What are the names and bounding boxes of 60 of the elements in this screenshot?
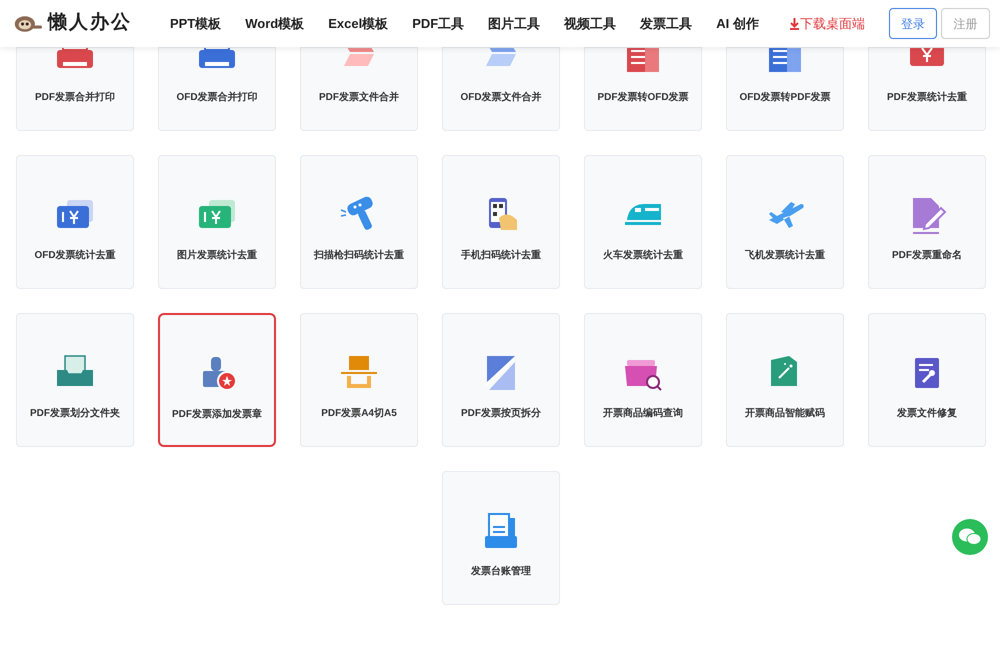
tool-label: PDF发票转OFD发票 — [597, 90, 689, 105]
tool-card[interactable]: 飞机发票统计去重 — [726, 155, 844, 289]
tool-card[interactable]: OFD发票统计去重 — [16, 155, 134, 289]
tool-label: 开票商品编码查询 — [603, 406, 683, 421]
nav-link[interactable]: AI 创作 — [716, 14, 759, 34]
tool-label: PDF发票合并打印 — [35, 90, 115, 105]
tool-card[interactable]: 扫描枪扫码统计去重 — [300, 155, 418, 289]
tool-card[interactable]: OFD发票文件合并 — [442, 47, 560, 131]
tool-card[interactable]: 火车发票统计去重 — [584, 155, 702, 289]
tool-label: 火车发票统计去重 — [603, 248, 683, 263]
tool-label: 发票台账管理 — [471, 564, 531, 579]
tool-label: 扫描枪扫码统计去重 — [314, 248, 404, 263]
tool-card[interactable]: PDF发票文件合并 — [300, 47, 418, 131]
tool-label: 飞机发票统计去重 — [745, 248, 825, 263]
tool-label: OFD发票转PDF发票 — [739, 90, 831, 105]
tool-label: 开票商品智能赋码 — [745, 406, 825, 421]
tool-label: PDF发票统计去重 — [887, 90, 967, 105]
nav-link[interactable]: Word模板 — [245, 14, 304, 34]
logo-text[interactable]: 懒人办公 — [48, 9, 132, 38]
tool-card[interactable]: PDF发票转OFD发票 — [584, 47, 702, 131]
nav-link[interactable]: Excel模板 — [328, 14, 388, 34]
tool-label: OFD发票文件合并 — [460, 90, 542, 105]
tool-label: PDF发票A4切A5 — [321, 406, 397, 421]
tool-card[interactable]: PDF发票A4切A5 — [300, 313, 418, 447]
download-link[interactable]: 下载桌面端 — [788, 14, 865, 34]
tool-card[interactable]: OFD发票转PDF发票 — [726, 47, 844, 131]
pages-icon — [344, 48, 374, 66]
tool-label: OFD发票统计去重 — [34, 248, 116, 263]
nav-link[interactable]: 发票工具 — [640, 14, 692, 34]
tool-card[interactable]: PDF发票合并打印 — [16, 47, 134, 131]
tool-card[interactable]: 开票商品智能赋码 — [726, 313, 844, 447]
download-icon — [788, 18, 800, 30]
tool-label: PDF发票文件合并 — [319, 90, 399, 105]
tool-label: PDF发票按页拆分 — [461, 406, 541, 421]
tool-card[interactable]: PDF发票重命名 — [868, 155, 986, 289]
tool-card[interactable]: 手机扫码统计去重 — [442, 155, 560, 289]
nav-link[interactable]: PPT模板 — [170, 14, 222, 34]
nav-link[interactable]: 图片工具 — [488, 14, 540, 34]
tool-card[interactable]: OFD发票合并打印 — [158, 47, 276, 131]
tool-card[interactable]: PDF发票划分文件夹 — [16, 313, 134, 447]
tool-label: PDF发票重命名 — [892, 248, 962, 263]
tool-label: PDF发票划分文件夹 — [30, 406, 120, 421]
tool-label: 手机扫码统计去重 — [461, 248, 541, 263]
nav-link[interactable]: PDF工具 — [412, 14, 464, 34]
tool-card[interactable]: PDF发票按页拆分 — [442, 313, 560, 447]
tool-card[interactable]: PDF发票添加发票章 — [158, 313, 276, 447]
tool-label: OFD发票合并打印 — [176, 90, 258, 105]
tool-card[interactable]: 开票商品编码查询 — [584, 313, 702, 447]
tool-label: PDF发票添加发票章 — [172, 407, 262, 422]
login-button[interactable]: 登录 — [888, 8, 938, 39]
nav-link[interactable]: 视频工具 — [564, 14, 616, 34]
wechat-button[interactable] — [952, 519, 988, 555]
tool-label: 图片发票统计去重 — [177, 248, 257, 263]
tool-card[interactable]: PDF发票统计去重 — [868, 47, 986, 131]
tool-card[interactable]: 图片发票统计去重 — [158, 155, 276, 289]
chat-bubbles-icon — [959, 528, 981, 546]
tool-label: 发票文件修复 — [897, 406, 957, 421]
pages-icon — [486, 48, 516, 66]
tool-card[interactable]: 发票文件修复 — [868, 313, 986, 447]
tool-card[interactable]: 发票台账管理 — [442, 471, 560, 605]
